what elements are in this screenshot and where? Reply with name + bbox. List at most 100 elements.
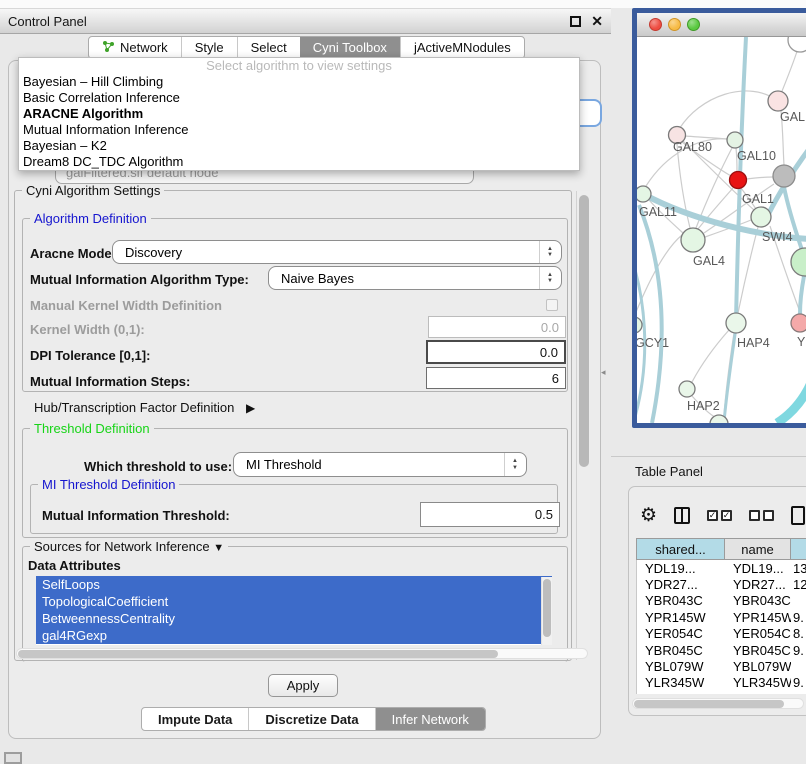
node-gray[interactable]	[773, 165, 795, 187]
table-hscrollbar-thumb[interactable]	[634, 700, 784, 708]
splitter-collapse-icon[interactable]: ◂	[601, 367, 606, 378]
manual-kernel-checkbox[interactable]	[546, 299, 558, 311]
bottom-tabbar: Impute DataDiscretize DataInfer Network	[141, 707, 486, 731]
data-attribute-item[interactable]: BetweennessCentrality	[36, 610, 552, 627]
algorithm-definition-label: Algorithm Definition	[30, 212, 151, 225]
columns-icon[interactable]	[674, 507, 690, 524]
table-row[interactable]: YBR043CYBR043C	[637, 593, 806, 609]
table-cell: YBR043C	[637, 593, 725, 608]
float-panel-icon[interactable]	[570, 16, 581, 27]
which-threshold-combo[interactable]: MI Threshold ▲▼	[233, 452, 527, 477]
table-row[interactable]: YBR045CYBR045C9.	[637, 642, 806, 658]
mi-algorithm-type-combo[interactable]: Naive Bayes ▲▼	[268, 266, 562, 290]
document-icon[interactable]	[791, 506, 805, 525]
node-big-green[interactable]	[791, 248, 806, 276]
table-row[interactable]: YDL19...YDL19...13	[637, 560, 806, 576]
table-row[interactable]: YLR345WYLR345W9.	[637, 675, 806, 691]
apply-button[interactable]: Apply	[268, 674, 338, 697]
node-gcy1[interactable]	[637, 317, 642, 333]
node-top-partial[interactable]	[788, 37, 806, 52]
close-window-button[interactable]	[649, 18, 662, 31]
algorithm-popup-item[interactable]: Bayesian – K2	[19, 138, 579, 154]
tab-network[interactable]: Network	[89, 37, 181, 58]
data-attributes-scrollbar[interactable]	[541, 577, 552, 645]
column-header-shared[interactable]: shared...	[637, 539, 725, 559]
settings-hscrollbar-thumb[interactable]	[18, 650, 498, 658]
network-window: GALGAL80GAL10GAL11GAL1SWI4GAL4GCY1HAP4YH…	[632, 8, 806, 428]
node-label: GCY1	[637, 336, 669, 350]
table-hscrollbar[interactable]	[632, 698, 804, 709]
which-threshold-label: Which threshold to use:	[84, 459, 232, 474]
settings-hscrollbar[interactable]	[16, 648, 588, 659]
settings-scrollbar[interactable]	[576, 191, 590, 660]
node-gal11[interactable]	[637, 186, 651, 202]
algorithm-popup-item[interactable]: Bayesian – Hill Climbing	[19, 74, 579, 90]
table-panel-divider	[611, 456, 806, 457]
table-row[interactable]: YER054CYER054C8.	[637, 626, 806, 642]
table-cell: YBR045C	[725, 643, 791, 658]
network-window-titlebar[interactable]	[637, 13, 806, 37]
unchecked-boxes-icon[interactable]	[749, 510, 774, 521]
algorithm-popup-list: Bayesian – Hill ClimbingBasic Correlatio…	[19, 74, 579, 170]
node-hap2[interactable]	[679, 381, 695, 397]
checked-boxes-icon[interactable]: ✓✓	[707, 510, 732, 521]
table-row[interactable]: YDR27...YDR27...12	[637, 576, 806, 592]
node-gal4[interactable]	[681, 228, 705, 252]
network-canvas[interactable]: GALGAL80GAL10GAL11GAL1SWI4GAL4GCY1HAP4YH…	[637, 37, 806, 423]
threshold-definition-label: Threshold Definition	[30, 422, 154, 435]
tab-infer-network[interactable]: Infer Network	[375, 708, 485, 730]
column-header[interactable]	[791, 539, 806, 559]
table-cell: YBR043C	[725, 593, 791, 608]
zoom-window-button[interactable]	[687, 18, 700, 31]
table-row[interactable]: YBL079WYBL079W	[637, 658, 806, 674]
algorithm-popup-item[interactable]: ARACNE Algorithm	[19, 106, 579, 122]
data-attributes-scrollbar-thumb[interactable]	[543, 579, 551, 637]
node-gal1-red[interactable]	[730, 172, 747, 189]
node-label: HAP2	[687, 399, 720, 413]
node-pink-right[interactable]	[791, 314, 806, 332]
data-attribute-item[interactable]: gal4RGexp	[36, 627, 552, 644]
tab-jactivemnodules[interactable]: jActiveMNodules	[400, 37, 524, 58]
tab-impute-data[interactable]: Impute Data	[142, 708, 248, 730]
aracne-mode-combo[interactable]: Discovery ▲▼	[112, 240, 562, 264]
table-panel-title: Table Panel	[635, 464, 703, 479]
data-attribute-item[interactable]: TopologicalCoefficient	[36, 593, 552, 610]
column-header-name[interactable]: name	[725, 539, 791, 559]
mi-threshold-field[interactable]: 0.5	[420, 502, 560, 527]
expanded-arrow-icon[interactable]: ▼	[213, 542, 224, 554]
algorithm-popup-item[interactable]: Dream8 DC_TDC Algorithm	[19, 154, 579, 170]
gear-icon[interactable]: ⚙	[640, 506, 657, 525]
close-panel-icon[interactable]: ✕	[591, 14, 603, 28]
node-pink-top[interactable]	[768, 91, 788, 111]
table-header: shared...name	[636, 538, 806, 560]
table-row[interactable]: YIL052CYIL052C9.	[637, 691, 806, 694]
tab-cyni-toolbox[interactable]: Cyni Toolbox	[300, 37, 400, 58]
node-gal10[interactable]	[727, 132, 743, 148]
hub-section-header[interactable]: Hub/Transcription Factor Definition ▶	[34, 400, 255, 415]
network-edge	[678, 91, 778, 131]
data-attribute-item[interactable]: SelfLoops	[36, 576, 552, 593]
node-label: GAL4	[693, 254, 725, 268]
minimize-window-button[interactable]	[668, 18, 681, 31]
node-gal1-green[interactable]	[751, 207, 771, 227]
mi-algorithm-type-value: Naive Bayes	[281, 271, 354, 286]
tab-discretize-data[interactable]: Discretize Data	[248, 708, 374, 730]
table-row[interactable]: YPR145WYPR145W9.	[637, 609, 806, 625]
grip-handle[interactable]	[4, 752, 22, 764]
table-cell: YDR27...	[637, 577, 725, 592]
mi-algorithm-type-label: Mutual Information Algorithm Type:	[30, 272, 249, 287]
mi-steps-field[interactable]: 6	[426, 367, 566, 389]
sources-group-label[interactable]: Sources for Network Inference ▼	[30, 540, 228, 555]
table-cell: 9.	[791, 610, 806, 625]
algorithm-popup-item[interactable]: Mutual Information Inference	[19, 122, 579, 138]
tab-select[interactable]: Select	[237, 37, 300, 58]
collapsed-arrow-icon[interactable]: ▶	[246, 401, 255, 415]
tab-style[interactable]: Style	[181, 37, 237, 58]
dpi-tolerance-field[interactable]: 0.0	[426, 340, 566, 364]
algorithm-popup-item[interactable]: Basic Correlation Inference	[19, 90, 579, 106]
stepper-icon: ▲▼	[504, 453, 518, 476]
table-cell: 9.	[791, 692, 806, 694]
node-label: SWI4	[762, 230, 793, 244]
node-hap4[interactable]	[726, 313, 746, 333]
settings-scrollbar-thumb[interactable]	[579, 195, 589, 467]
